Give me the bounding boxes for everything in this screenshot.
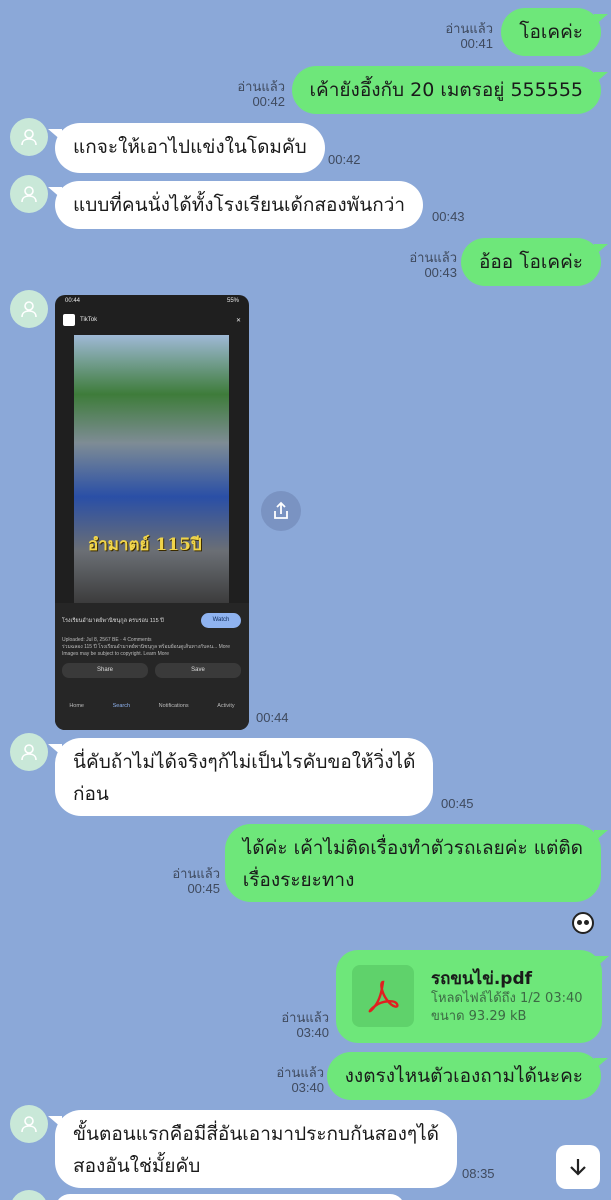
message-bubble[interactable]: เค้ายังอึ้งกับ 20 เมตรอยู่ 555555 — [291, 66, 609, 114]
nav-activity: Activity — [217, 703, 235, 709]
video-thumbnail: อำมาตย์ 115ปี — [74, 335, 229, 605]
video-meta: Uploaded: Jul 8, 2567 BE · 4 Comments ร่… — [62, 637, 242, 658]
image-message[interactable]: 00:44 55% TikTok ✕ อำมาตย์ 115ปี โรงเรีย… — [55, 295, 249, 730]
read-receipt: อ่านแล้ว 00:45 — [172, 866, 220, 896]
contact-avatar[interactable] — [10, 1190, 48, 1200]
message-bubble[interactable]: โอเคค่ะ — [501, 8, 608, 56]
message-text: แกจะให้เอาไปแข่งในโดมคับ — [73, 136, 307, 158]
app-name: TikTok — [80, 317, 98, 323]
read-receipt: อ่านแล้ว 00:41 — [445, 21, 493, 51]
contact-avatar[interactable] — [10, 175, 48, 213]
watch-button: Watch — [201, 613, 241, 628]
file-details: โหลดไฟล์ได้ถึง 1/2 03:40 ขนาด 93.29 kB — [431, 990, 583, 1026]
nav-home: Home — [69, 703, 84, 709]
contact-avatar[interactable] — [10, 1105, 48, 1143]
contact-avatar[interactable] — [10, 118, 48, 156]
message-bubble[interactable]: อ้ออ โอเคค่ะ — [460, 238, 609, 286]
video-caption: อำมาตย์ 115ปี — [88, 535, 202, 555]
person-icon — [21, 186, 37, 203]
read-receipt: อ่านแล้ว 00:42 — [237, 79, 285, 109]
message-text: เค้ายังอึ้งกับ 20 เมตรอยู่ 555555 — [309, 79, 583, 101]
message-time: 00:44 — [256, 710, 289, 725]
video-title: โรงเรียนอำมาตย์พานิชนุกูล ครบรอบ 115 ปี — [62, 618, 164, 624]
read-receipt: อ่านแล้ว 03:40 — [281, 1010, 329, 1040]
arrow-down-icon — [570, 1159, 586, 1176]
person-icon — [21, 1116, 37, 1133]
nav-notifications: Notifications — [158, 703, 189, 709]
message-time: 00:43 — [432, 209, 465, 224]
share-pill: Share — [62, 663, 148, 678]
message-text: งงตรงไหนตัวเองถามได้นะคะ — [344, 1065, 583, 1087]
message-bubble[interactable]: ขั้นตอนแรกคือมีสี่อันเอามาประกบกันสองๆได… — [48, 1110, 457, 1188]
message-text: สองอันใช่มั้ยคับ — [73, 1155, 201, 1177]
person-icon — [21, 744, 37, 761]
message-text: ก่อน — [73, 783, 109, 805]
person-icon — [21, 129, 37, 146]
status-time: 00:44 — [65, 298, 81, 304]
phone-status-bar: 00:44 55% — [55, 295, 249, 309]
message-text: ได้ค่ะ เค้าไม่ติดเรื่องทำตัวรถเลยค่ะ แต่… — [242, 837, 583, 859]
message-text: อ้ออ โอเคค่ะ — [478, 251, 583, 273]
message-time: 00:42 — [328, 152, 361, 167]
video-description: ร่วมฉลอง 115 ปี โรงเรียนอำมาตย์พานิชนุกู… — [62, 644, 230, 650]
share-icon — [274, 501, 288, 519]
copyright-note: Images may be subject to copyright. Lear… — [62, 651, 169, 657]
message-bubble[interactable]: แกจะให้เอาไปแข่งในโดมคับ — [48, 123, 325, 173]
save-pill: Save — [155, 663, 241, 678]
contact-avatar[interactable] — [10, 290, 48, 328]
upload-info: Uploaded: Jul 8, 2567 BE · 4 Comments — [62, 637, 152, 643]
message-bubble-partial[interactable] — [55, 1194, 405, 1200]
file-message[interactable]: รถขนไข่.pdf โหลดไฟล์ได้ถึง 1/2 03:40 ขนา… — [336, 950, 609, 1043]
message-time: 00:45 — [441, 796, 474, 811]
message-text: ขั้นตอนแรกคือมีสี่อันเอามาประกบกันสองๆได… — [73, 1123, 439, 1145]
message-text: นี่คับถ้าไม่ได้จริงๆก้ไม่เป็นไรคับขอให้ว… — [73, 751, 416, 773]
scroll-to-bottom-button[interactable] — [556, 1145, 600, 1189]
share-button[interactable] — [261, 491, 301, 531]
message-bubble[interactable]: นี่คับถ้าไม่ได้จริงๆก้ไม่เป็นไรคับขอให้ว… — [47, 738, 434, 816]
message-bubble[interactable]: งงตรงไหนตัวเองถามได้นะคะ — [326, 1052, 609, 1100]
pdf-icon — [352, 965, 414, 1027]
lens-panel: โรงเรียนอำมาตย์พานิชนุกูล ครบรอบ 115 ปี … — [55, 603, 249, 730]
message-bubble[interactable]: ได้ค่ะ เค้าไม่ติดเรื่องทำตัวรถเลยค่ะ แต่… — [224, 824, 609, 902]
close-icon: ✕ — [235, 317, 241, 324]
read-receipt: อ่านแล้ว 00:43 — [409, 250, 457, 280]
tiktok-header: TikTok ✕ — [55, 309, 249, 331]
file-size: ขนาด 93.29 kB — [431, 1009, 527, 1024]
read-receipt: อ่านแล้ว 03:40 — [276, 1065, 324, 1095]
person-icon — [21, 301, 37, 318]
bottom-nav: Home Search Notifications Activity — [55, 699, 249, 730]
message-time: 08:35 — [462, 1166, 495, 1181]
message-text: โอเคค่ะ — [519, 21, 583, 43]
contact-avatar[interactable] — [10, 733, 48, 771]
message-bubble[interactable]: แบบที่คนนั่งได้ทั้งโรงเรียนเด้กสองพันกว่… — [47, 181, 424, 229]
message-text: แบบที่คนนั่งได้ทั้งโรงเรียนเด้กสองพันกว่… — [73, 194, 406, 216]
panda-sticker-icon — [572, 912, 594, 934]
battery-level: 55% — [226, 298, 239, 304]
nav-search: Search — [112, 703, 131, 709]
message-text: เรื่องระยะทาง — [242, 869, 355, 891]
tiktok-logo-icon — [63, 314, 75, 326]
file-name: รถขนไข่.pdf — [431, 969, 533, 989]
file-download-status: โหลดไฟล์ได้ถึง 1/2 03:40 — [431, 991, 583, 1006]
